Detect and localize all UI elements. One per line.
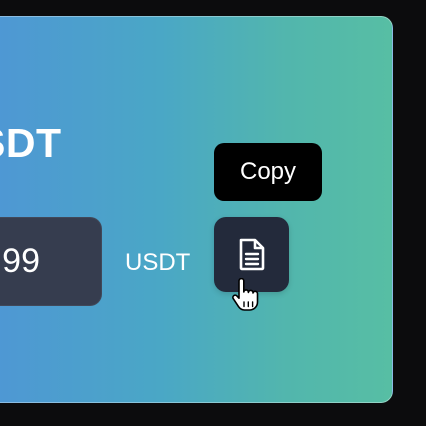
document-icon — [239, 238, 265, 271]
transfer-card — [0, 16, 393, 403]
copy-tooltip: Copy — [214, 143, 322, 201]
card-title: SDT — [0, 120, 62, 166]
amount-input[interactable]: 99 — [0, 217, 102, 306]
amount-value: 99 — [2, 242, 40, 280]
screen: SDT 99 USDT Copy — [0, 0, 426, 426]
copy-button[interactable] — [214, 217, 289, 292]
currency-unit-label: USDT — [125, 249, 191, 276]
